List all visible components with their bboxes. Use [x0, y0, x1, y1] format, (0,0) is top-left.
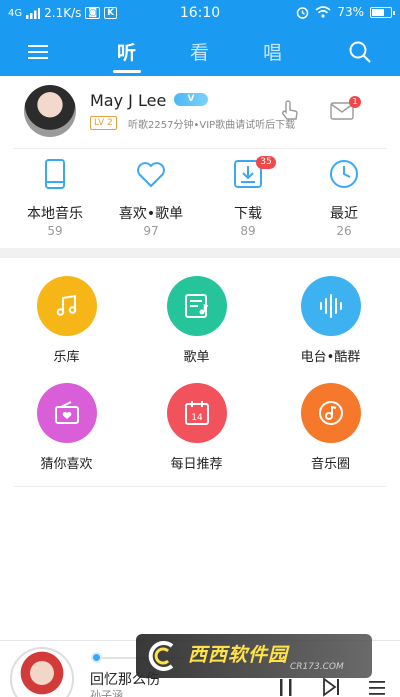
- shortcut-label: 下载: [234, 206, 262, 222]
- func-label: 电台•酷群: [300, 350, 361, 365]
- sign-in-icon[interactable]: [280, 99, 300, 121]
- func-circle: 14: [167, 383, 227, 443]
- status-right: 73%: [296, 5, 395, 19]
- shortcut-label: 本地音乐: [27, 206, 83, 222]
- divider: [14, 486, 386, 487]
- profile-card[interactable]: May J Lee V LV 2 听歌2257分钟•VIP歌曲请试听后下载: [0, 76, 400, 148]
- watermark-site: 西西软件园: [188, 644, 289, 666]
- top-nav: 听 看 唱: [0, 28, 400, 76]
- status-bar: 4G 2.1K/s ◙ K 16:10 73%: [0, 0, 400, 28]
- tab-indicator: [113, 70, 141, 73]
- profile-description: 听歌2257分钟•VIP歌曲请试听后下载: [128, 120, 296, 131]
- download-badge: 35: [256, 156, 276, 169]
- func-library[interactable]: 乐库: [0, 276, 133, 386]
- level-badge: LV 2: [90, 116, 117, 130]
- disc-icon: [319, 401, 343, 425]
- watermark: 西西软件园 CR173.COM: [136, 634, 372, 678]
- phone-icon: [45, 159, 65, 189]
- calendar-day: 14: [191, 413, 203, 423]
- soundwave-icon: [320, 294, 342, 318]
- shortcut-local-music[interactable]: 本地音乐 59: [5, 150, 105, 242]
- func-label: 猜你喜欢: [40, 457, 93, 472]
- watermark-logo-icon: [148, 641, 174, 671]
- tab-watch[interactable]: 看: [190, 38, 209, 65]
- func-circle: [301, 383, 361, 443]
- search-icon[interactable]: [348, 40, 372, 64]
- shortcut-count: 26: [336, 224, 352, 238]
- func-circle: [167, 276, 227, 336]
- battery-percent: 73%: [337, 5, 364, 19]
- func-circle: [37, 276, 97, 336]
- shortcut-recent[interactable]: 最近 26: [294, 150, 394, 242]
- shortcut-label: 最近: [330, 206, 358, 222]
- music-note-icon: [56, 294, 77, 316]
- pause-icon[interactable]: [275, 677, 297, 697]
- calendar-icon: 14: [185, 401, 209, 425]
- mail-badge: 1: [349, 96, 361, 108]
- section-gap: [0, 248, 400, 258]
- avatar[interactable]: [24, 85, 76, 137]
- song-artist: 孙子涵: [90, 689, 123, 697]
- clock-icon: [330, 160, 358, 188]
- playlist-icon: [185, 294, 209, 318]
- func-circle: [37, 383, 97, 443]
- alarm-icon: [297, 6, 309, 19]
- func-label: 乐库: [53, 350, 80, 365]
- func-label: 每日推荐: [170, 457, 223, 472]
- tab-listen[interactable]: 听: [117, 38, 136, 65]
- battery-icon: [370, 6, 395, 18]
- wifi-icon: [315, 6, 331, 18]
- func-label: 音乐圈: [310, 457, 350, 472]
- shortcut-count: 59: [47, 224, 63, 238]
- vip-badge: V: [174, 93, 208, 106]
- shortcut-count: 97: [143, 224, 159, 238]
- menu-icon[interactable]: [26, 40, 50, 64]
- progress-handle[interactable]: [91, 652, 102, 663]
- watermark-url: CR173.COM: [290, 662, 344, 672]
- func-daily-picks[interactable]: 14 每日推荐: [130, 383, 263, 493]
- heart-icon: [137, 162, 165, 187]
- func-label: 歌单: [183, 350, 210, 365]
- func-circle: [301, 276, 361, 336]
- func-radio[interactable]: 电台•酷群: [264, 276, 397, 386]
- album-art[interactable]: [10, 647, 74, 697]
- func-guess-you-like[interactable]: 猜你喜欢: [0, 383, 133, 493]
- radio-icon: [55, 401, 79, 424]
- shortcut-download[interactable]: 下载 89: [198, 150, 298, 242]
- tab-sing[interactable]: 唱: [263, 38, 282, 65]
- username: May J Lee: [90, 91, 167, 110]
- battery-fill: [372, 8, 385, 16]
- func-playlists[interactable]: 歌单: [130, 276, 263, 386]
- shortcut-count: 89: [240, 224, 256, 238]
- next-icon[interactable]: [320, 677, 342, 697]
- shortcut-favorites[interactable]: 喜欢•歌单 97: [101, 150, 201, 242]
- func-music-circle[interactable]: 音乐圈: [264, 383, 397, 493]
- playlist-queue-icon[interactable]: [366, 677, 388, 697]
- divider: [14, 148, 386, 149]
- shortcut-label: 喜欢•歌单: [118, 206, 184, 222]
